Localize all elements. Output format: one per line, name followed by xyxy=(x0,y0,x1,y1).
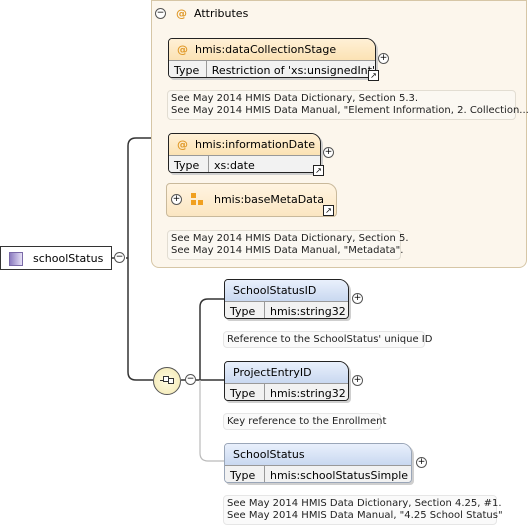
attributes-collapse-toggle[interactable]: − xyxy=(155,8,166,19)
documentation-note: Key reference to the Enrollment xyxy=(223,413,387,430)
doc-line: See May 2014 HMIS Data Manual, "Element … xyxy=(171,105,529,116)
element-name: ProjectEntryID xyxy=(233,366,312,379)
element-node-school-status[interactable]: SchoolStatus Type hmis:schoolStatusSimple xyxy=(224,443,412,483)
collapse-toggle[interactable]: − xyxy=(114,252,125,263)
type-value: hmis:string32 xyxy=(270,305,346,318)
attribute-icon: @ xyxy=(176,7,187,20)
type-label: Type xyxy=(225,466,265,482)
attribute-node-data-collection-stage[interactable]: @ hmis:dataCollectionStage Type Restricti… xyxy=(168,38,376,78)
sequence-compositor-icon[interactable] xyxy=(153,367,181,395)
attribute-group-base-metadata[interactable]: + hmis:baseMetaData xyxy=(166,183,337,217)
type-label: Type xyxy=(169,61,207,77)
attribute-name: hmis:dataCollectionStage xyxy=(195,43,337,56)
doc-line: Key reference to the Enrollment xyxy=(227,416,387,427)
doc-line: See May 2014 HMIS Data Manual, "4.25 Sch… xyxy=(227,510,503,521)
type-value: hmis:schoolStatusSimple xyxy=(270,469,409,482)
element-name: SchoolStatus xyxy=(233,448,305,461)
element-node-school-status-id[interactable]: SchoolStatusID Type hmis:string32 xyxy=(224,279,349,319)
doc-line: See May 2014 HMIS Data Dictionary, Secti… xyxy=(171,93,419,104)
root-element-name: schoolStatus xyxy=(33,252,104,265)
complex-type-icon xyxy=(9,252,23,266)
expand-toggle[interactable]: + xyxy=(323,147,334,158)
attribute-node-information-date[interactable]: @ hmis:informationDate Type xs:date xyxy=(168,133,321,173)
type-label: Type xyxy=(169,156,209,172)
element-node-project-entry-id[interactable]: ProjectEntryID Type hmis:string32 xyxy=(224,361,349,401)
documentation-note: Reference to the SchoolStatus' unique ID xyxy=(223,331,433,348)
attribute-group-icon xyxy=(191,193,205,207)
element-name: SchoolStatusID xyxy=(233,284,317,297)
doc-line: Reference to the SchoolStatus' unique ID xyxy=(227,334,433,345)
doc-line: See May 2014 HMIS Data Manual, "Metadata… xyxy=(171,245,404,256)
collapse-toggle[interactable]: − xyxy=(185,374,196,385)
type-label: Type xyxy=(225,302,265,318)
type-link-icon[interactable]: ↗ xyxy=(368,70,379,81)
documentation-note: See May 2014 HMIS Data Dictionary, Secti… xyxy=(167,90,529,120)
attribute-icon: @ xyxy=(177,43,188,56)
expand-toggle[interactable]: + xyxy=(378,53,389,64)
expand-toggle[interactable]: + xyxy=(352,293,363,304)
documentation-note: See May 2014 HMIS Data Dictionary, Secti… xyxy=(223,495,503,525)
type-value: hmis:string32 xyxy=(270,387,346,400)
type-value: xs:date xyxy=(214,159,255,172)
attributes-title: Attributes xyxy=(194,7,249,20)
type-value: Restriction of 'xs:unsignedInt' xyxy=(211,64,375,77)
expand-toggle[interactable]: + xyxy=(416,457,427,468)
type-link-icon[interactable]: ↗ xyxy=(323,205,334,216)
attribute-name: hmis:informationDate xyxy=(195,138,315,151)
expand-toggle[interactable]: + xyxy=(171,194,182,205)
attribute-icon: @ xyxy=(177,138,188,151)
expand-toggle[interactable]: + xyxy=(352,375,363,386)
attribute-group-name: hmis:baseMetaData xyxy=(214,193,324,206)
documentation-note: See May 2014 HMIS Data Dictionary, Secti… xyxy=(167,230,409,260)
root-element-school-status[interactable]: schoolStatus xyxy=(0,246,112,270)
type-link-icon[interactable]: ↗ xyxy=(313,165,324,176)
doc-line: See May 2014 HMIS Data Dictionary, Secti… xyxy=(227,498,502,509)
type-label: Type xyxy=(225,384,265,400)
doc-line: See May 2014 HMIS Data Dictionary, Secti… xyxy=(171,233,409,244)
